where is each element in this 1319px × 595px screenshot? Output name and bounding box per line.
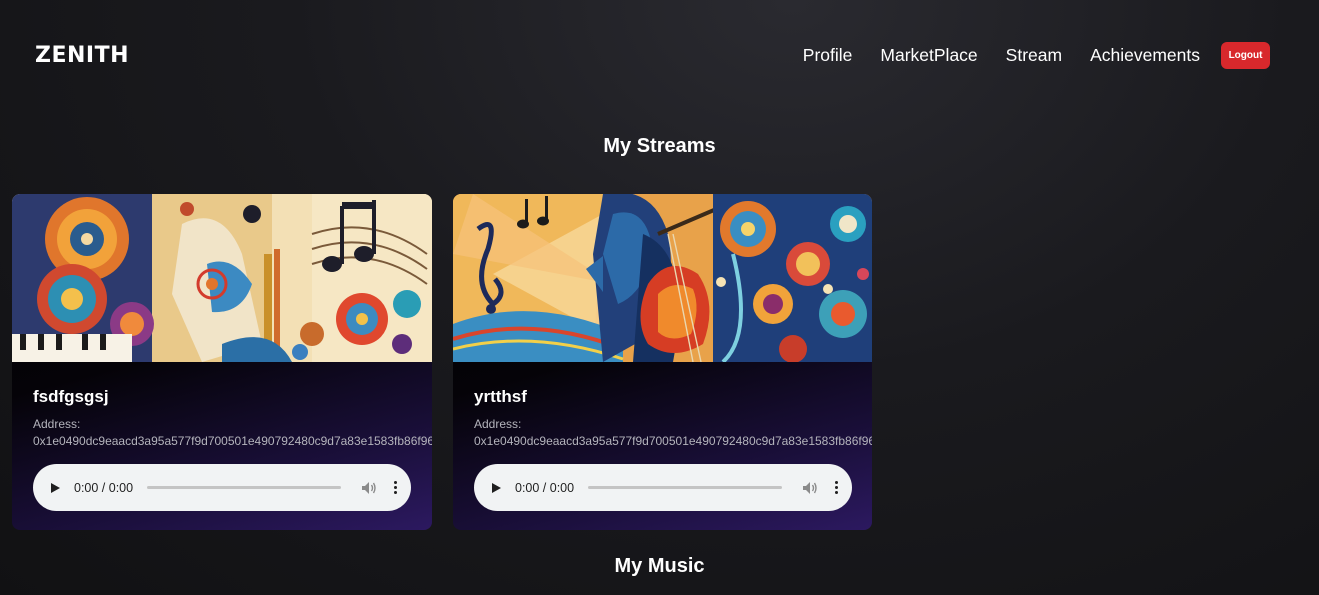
more-options-icon[interactable] [834,480,838,495]
audio-player[interactable]: 0:00 / 0:00 [474,464,852,511]
nav-links: Profile MarketPlace Stream Achievements … [803,42,1270,69]
stream-card: yrtthsf Address: 0x1e0490dc9eaacd3a95a57… [453,194,872,530]
logout-button[interactable]: Logout [1221,42,1270,69]
nav-link-achievements[interactable]: Achievements [1090,45,1200,66]
volume-icon[interactable] [802,481,818,495]
stream-title: fsdfgsgsj [33,387,109,406]
stream-cover-image [453,194,872,362]
nav-link-stream[interactable]: Stream [1006,45,1062,66]
stream-cover-image [12,194,432,362]
volume-icon[interactable] [361,481,377,495]
stream-address: 0x1e0490dc9eaacd3a95a577f9d700501e490792… [33,434,432,448]
play-icon[interactable] [492,482,501,493]
my-streams-heading: My Streams [603,135,716,157]
stream-card: fsdfgsgsj Address: 0x1e0490dc9eaacd3a95a… [12,194,432,530]
stream-address: 0x1e0490dc9eaacd3a95a577f9d700501e490792… [474,434,872,448]
audio-time: 0:00 / 0:00 [515,480,575,495]
zenith-logo[interactable]: ZENITH [35,43,129,68]
address-label: Address: [33,417,81,431]
more-options-icon[interactable] [393,480,397,495]
nav-link-marketplace[interactable]: MarketPlace [880,45,977,66]
audio-seek-bar[interactable] [588,486,782,489]
address-label: Address: [474,417,522,431]
audio-time: 0:00 / 0:00 [74,480,134,495]
nav-link-profile[interactable]: Profile [803,45,853,66]
stream-title: yrtthsf [474,387,527,406]
play-icon[interactable] [51,482,60,493]
top-navbar: ZENITH Profile MarketPlace Stream Achiev… [0,0,1319,110]
audio-seek-bar[interactable] [147,486,341,489]
my-music-heading: My Music [614,555,705,577]
audio-player[interactable]: 0:00 / 0:00 [33,464,411,511]
